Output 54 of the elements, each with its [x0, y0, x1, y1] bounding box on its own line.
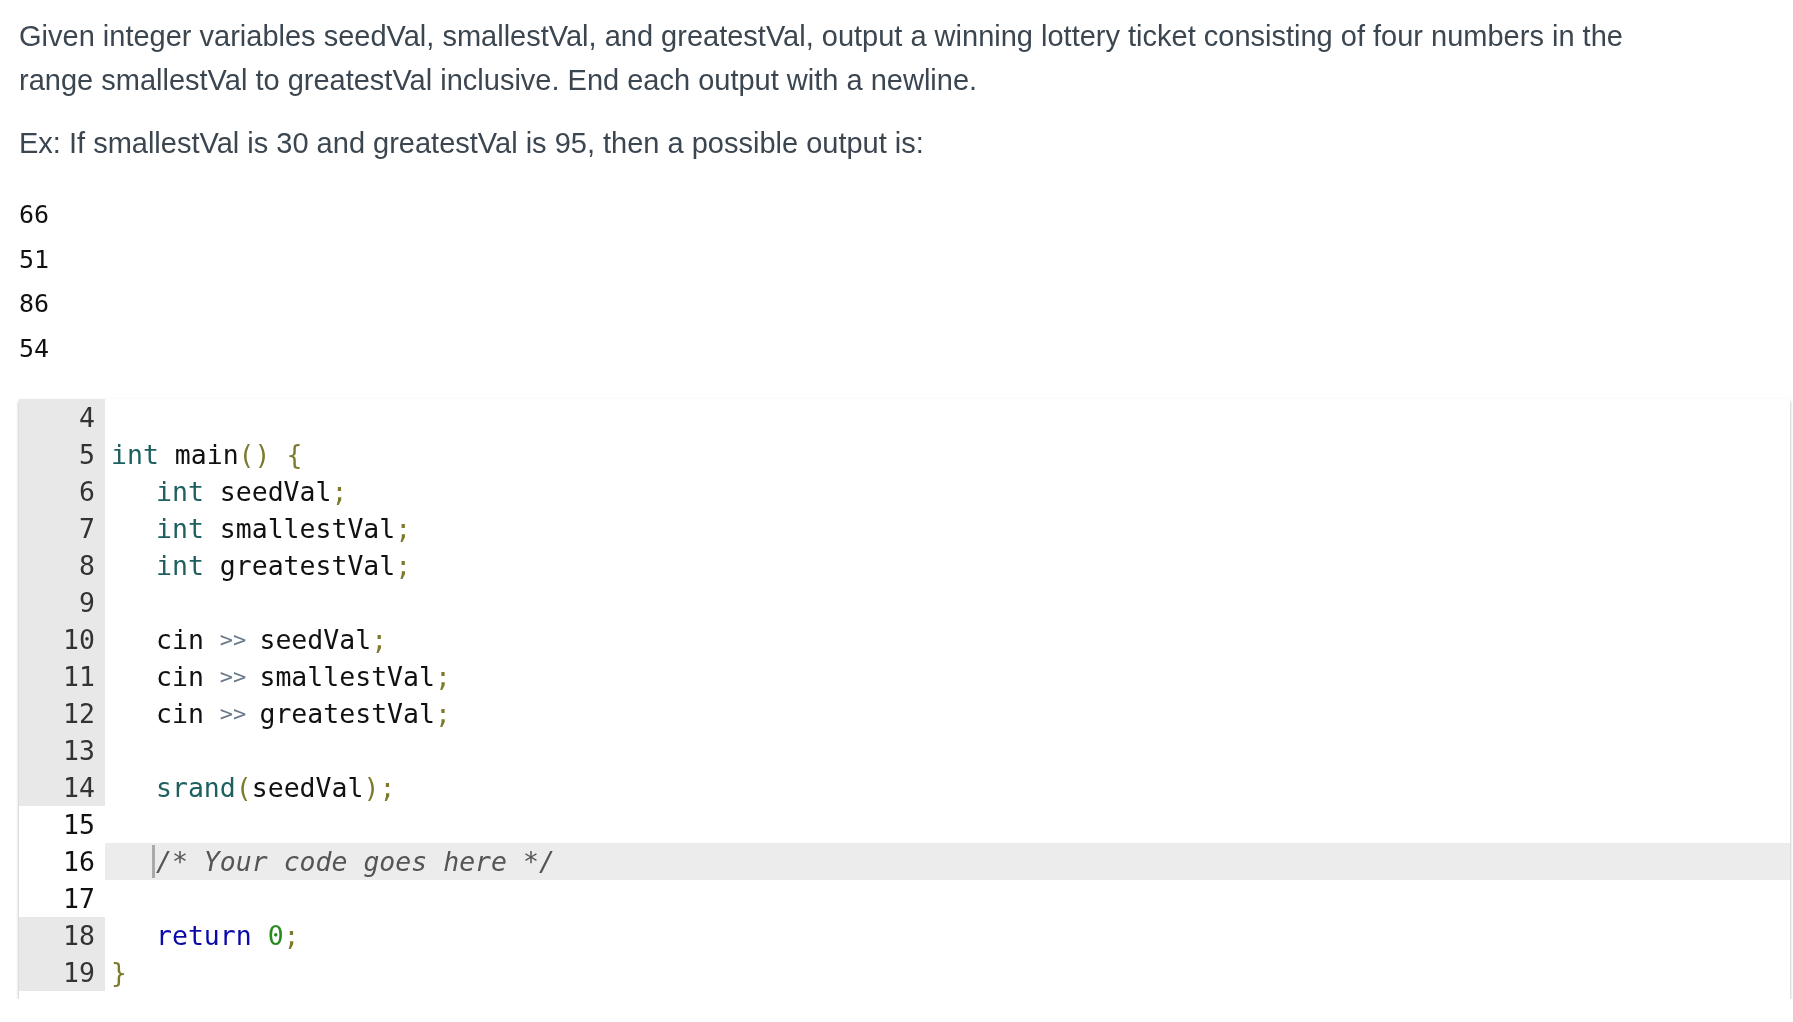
sample-output-line: 66 — [19, 199, 50, 231]
line-number: 18 — [19, 917, 105, 955]
line-number: 5 — [19, 436, 105, 474]
code-token: ; — [434, 660, 451, 695]
code-token: int — [111, 438, 159, 473]
code-token: ); — [363, 771, 396, 806]
code-token: ( — [235, 771, 252, 806]
code-token: smallestVal — [219, 512, 396, 547]
code-token: seedVal — [219, 475, 332, 510]
code-token: greatestVal — [219, 549, 396, 584]
line-number: 19 — [19, 954, 105, 992]
code-token: smallestVal — [259, 660, 435, 695]
code-token: cin — [156, 623, 204, 658]
code-token: seedVal — [251, 771, 364, 806]
code-token: main — [174, 438, 239, 473]
line-number: 11 — [19, 658, 105, 696]
code-token: ; — [395, 512, 412, 547]
code-token: ; — [395, 549, 412, 584]
code-token: } — [111, 956, 127, 991]
code-token: ; — [331, 475, 348, 510]
code-token: >> — [219, 663, 247, 692]
line-number: 14 — [19, 769, 105, 807]
line-number: 6 — [19, 473, 105, 511]
code-token: seedVal — [259, 623, 372, 658]
code-token: { — [286, 438, 303, 473]
code-token: 0 — [267, 919, 284, 954]
code-comment: /* Your code goes here */ — [156, 845, 555, 880]
sample-output-line: 51 — [19, 243, 50, 276]
sample-output-line: 86 — [19, 288, 50, 321]
text-cursor — [152, 845, 155, 879]
code-token: ; — [283, 919, 300, 954]
code-token: srand — [156, 771, 236, 806]
code-token: () — [238, 438, 271, 473]
line-number: 8 — [19, 547, 105, 585]
line-number: 9 — [19, 584, 105, 622]
line-number: 7 — [19, 510, 105, 548]
code-token: int — [156, 475, 204, 510]
line-number: 10 — [19, 621, 105, 659]
line-number: 12 — [19, 695, 105, 733]
code-token: ; — [434, 697, 451, 732]
code-token: >> — [219, 626, 247, 655]
code-token: return — [156, 919, 252, 954]
code-token: int — [156, 512, 204, 547]
line-number: 4 — [19, 399, 105, 437]
instruction-text: Given integer variables seedVal, smallestVal, and greatestVal, output a winning lottery ticket consisting of four numbers in the range smallestVal to greatestVal inclusive. End each output with a newline. — [19, 19, 1624, 98]
line-number: 13 — [19, 732, 105, 770]
code-token: int — [156, 549, 204, 584]
instruction-text: Ex: If smallestVal is 30 and greatestVal is 95, then a possible output is: — [19, 126, 925, 161]
code-token: greatestVal — [259, 697, 435, 732]
code-token: cin — [156, 697, 204, 732]
code-token: >> — [219, 700, 247, 729]
code-token: cin — [156, 660, 204, 695]
sample-output-line: 54 — [19, 332, 50, 365]
code-token: ; — [371, 623, 388, 658]
